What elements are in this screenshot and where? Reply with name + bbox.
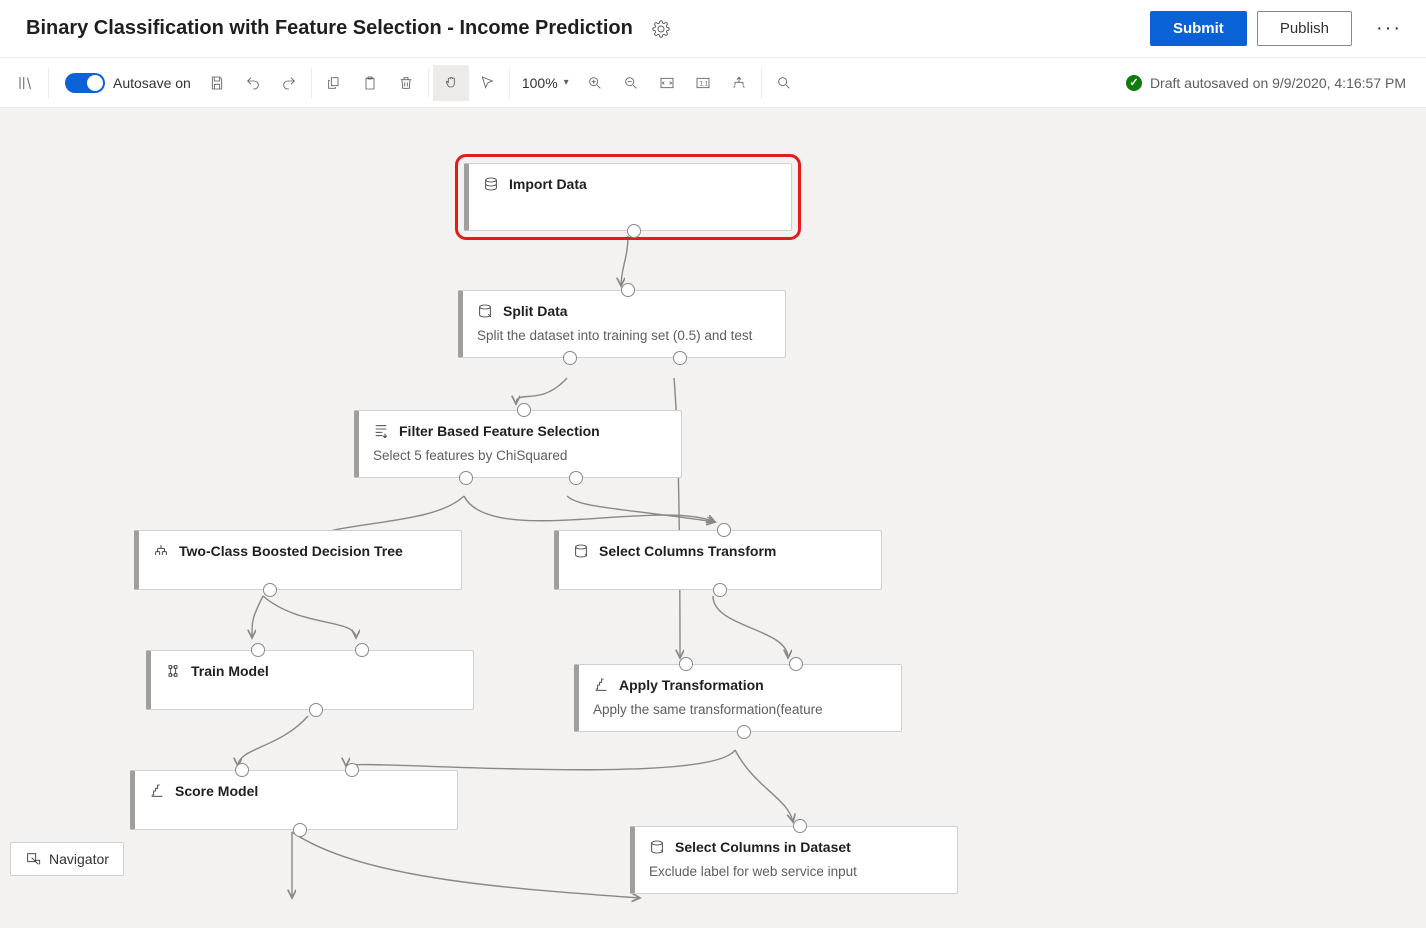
select-icon[interactable] xyxy=(469,65,505,101)
redo-icon[interactable] xyxy=(271,65,307,101)
zoom-in-icon[interactable] xyxy=(577,65,613,101)
node-train-model[interactable]: Train Model xyxy=(146,650,474,710)
node-desc: Split the dataset into training set (0.5… xyxy=(477,327,769,345)
node-select-columns-dataset[interactable]: Select Columns in Dataset Exclude label … xyxy=(630,826,958,894)
node-title: Import Data xyxy=(509,176,587,192)
copy-icon[interactable] xyxy=(316,65,352,101)
chevron-down-icon: ▾ xyxy=(564,77,569,88)
navigator-label: Navigator xyxy=(49,851,109,867)
search-icon[interactable] xyxy=(766,65,802,101)
more-icon[interactable]: ··· xyxy=(1370,17,1408,40)
node-title: Train Model xyxy=(191,663,269,679)
auto-layout-icon[interactable] xyxy=(721,65,757,101)
delete-icon[interactable] xyxy=(388,65,424,101)
page-title: Binary Classification with Feature Selec… xyxy=(26,17,633,40)
library-icon[interactable] xyxy=(8,65,44,101)
status-bar: ✓ Draft autosaved on 9/9/2020, 4:16:57 P… xyxy=(1126,75,1418,91)
node-filter-feature-selection[interactable]: Filter Based Feature Selection Select 5 … xyxy=(354,410,682,478)
node-title: Score Model xyxy=(175,783,258,799)
toolbar: Autosave on 100% ▾ 1:1 xyxy=(0,58,1426,108)
zoom-value: 100% xyxy=(522,75,558,91)
pan-icon[interactable] xyxy=(433,65,469,101)
node-title: Apply Transformation xyxy=(619,677,764,693)
actual-size-icon[interactable]: 1:1 xyxy=(685,65,721,101)
node-desc: Exclude label for web service input xyxy=(649,863,941,881)
navigator-button[interactable]: Navigator xyxy=(10,842,124,876)
node-apply-transformation[interactable]: Apply Transformation Apply the same tran… xyxy=(574,664,902,732)
node-title: Two-Class Boosted Decision Tree xyxy=(179,543,403,559)
node-title: Select Columns in Dataset xyxy=(675,839,851,855)
node-title: Select Columns Transform xyxy=(599,543,776,559)
zoom-out-icon[interactable] xyxy=(613,65,649,101)
node-desc: Select 5 features by ChiSquared xyxy=(373,447,665,465)
header-bar: Binary Classification with Feature Selec… xyxy=(0,0,1426,58)
node-import-data[interactable]: Import Data xyxy=(464,163,792,231)
node-split-data[interactable]: Split Data Split the dataset into traini… xyxy=(458,290,786,358)
svg-text:1:1: 1:1 xyxy=(699,81,708,87)
autosave-label: Autosave on xyxy=(113,75,191,91)
paste-icon[interactable] xyxy=(352,65,388,101)
fit-screen-icon[interactable] xyxy=(649,65,685,101)
status-text: Draft autosaved on 9/9/2020, 4:16:57 PM xyxy=(1150,75,1406,91)
check-icon: ✓ xyxy=(1126,75,1142,91)
pipeline-canvas[interactable]: Import Data Split Data Split the dataset… xyxy=(0,108,1426,918)
submit-button[interactable]: Submit xyxy=(1150,11,1247,46)
node-desc: Apply the same transformation(feature xyxy=(593,701,885,719)
node-two-class-boosted[interactable]: Two-Class Boosted Decision Tree xyxy=(134,530,462,590)
undo-icon[interactable] xyxy=(235,65,271,101)
zoom-dropdown[interactable]: 100% ▾ xyxy=(522,75,569,91)
node-score-model[interactable]: Score Model xyxy=(130,770,458,830)
node-title: Split Data xyxy=(503,303,568,319)
publish-button[interactable]: Publish xyxy=(1257,11,1352,46)
node-title: Filter Based Feature Selection xyxy=(399,423,600,439)
autosave-toggle[interactable] xyxy=(65,73,105,93)
node-select-columns-transform[interactable]: Select Columns Transform xyxy=(554,530,882,590)
gear-icon[interactable] xyxy=(651,19,671,39)
save-icon[interactable] xyxy=(199,65,235,101)
